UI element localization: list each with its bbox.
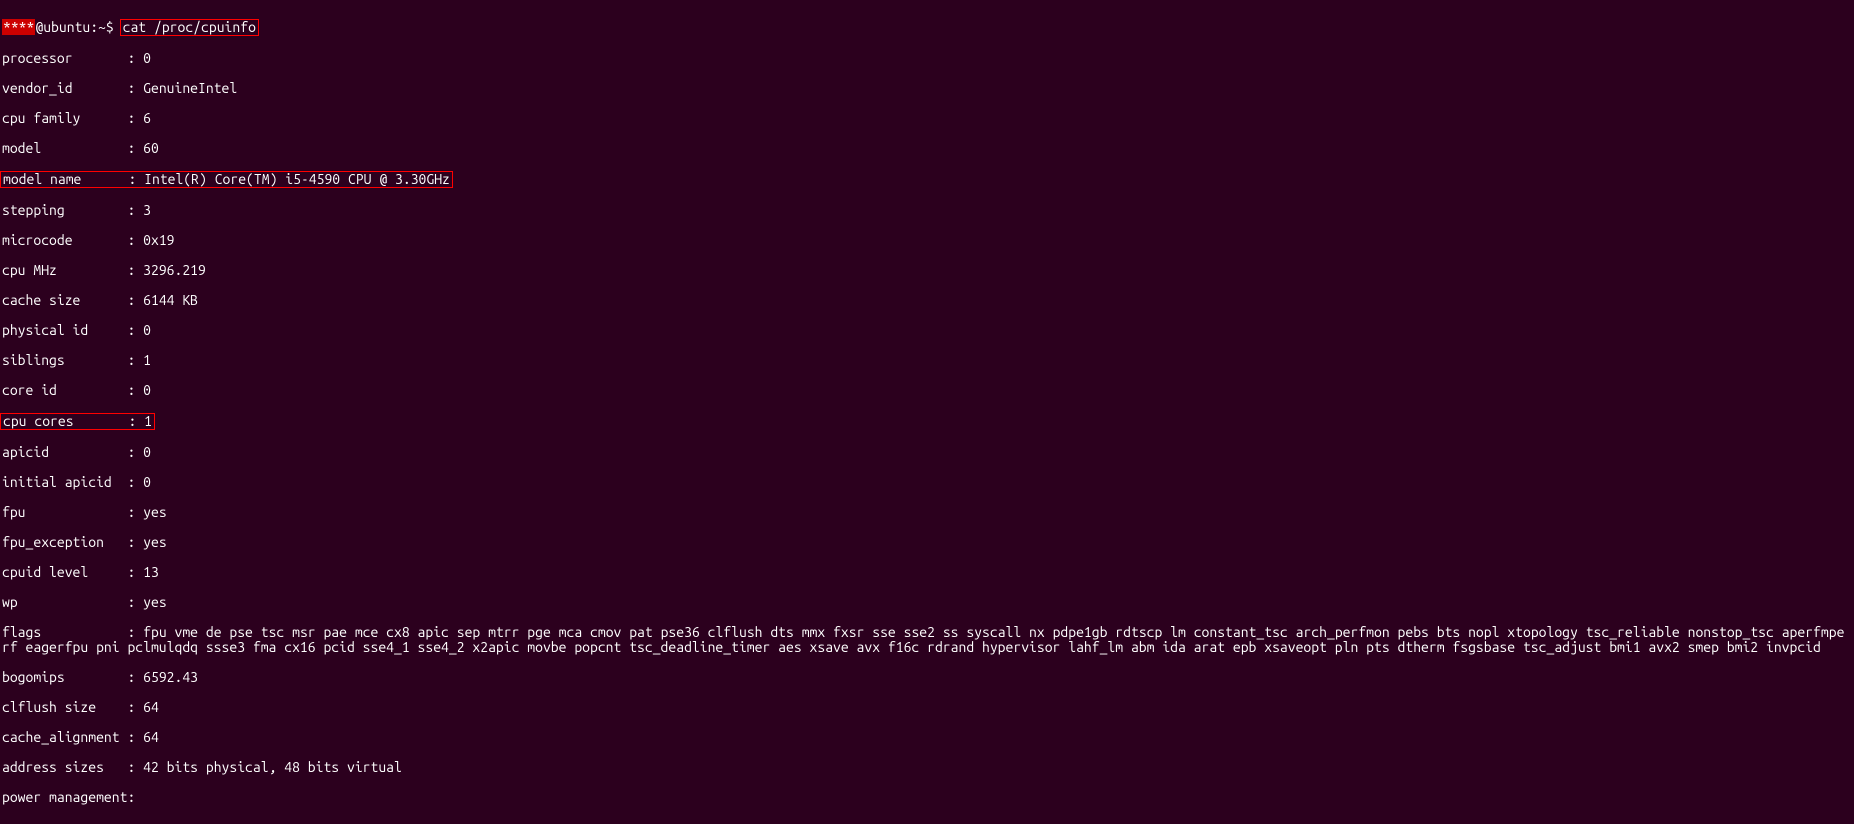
row-cpu-mhz: cpu MHz : 3296.219 [2, 263, 1852, 278]
row-apicid: apicid : 0 [2, 445, 1852, 460]
row-microcode: microcode : 0x19 [2, 233, 1852, 248]
colon: : [127, 292, 143, 308]
row-vendor-id: vendor_id : GenuineIntel [2, 81, 1852, 96]
row-clflush-size: clflush size : 64 [2, 700, 1852, 715]
row-address-sizes: address sizes : 42 bits physical, 48 bit… [2, 760, 1852, 775]
colon: : [127, 699, 143, 715]
colon: : [127, 110, 143, 126]
colon: : [127, 382, 143, 398]
colon: : [128, 171, 144, 187]
colon: : [127, 594, 143, 610]
row-stepping: stepping : 3 [2, 203, 1852, 218]
row-fpu: fpu : yes [2, 505, 1852, 520]
colon: : [127, 624, 143, 640]
highlight-command: cat /proc/cpuinfo [120, 19, 259, 36]
colon: : [127, 669, 143, 685]
colon: : [127, 140, 143, 156]
row-fpu-exception: fpu_exception : yes [2, 535, 1852, 550]
prompt-line: ****@ubuntu:~$ cat /proc/cpuinfo [2, 19, 1852, 36]
colon: : [127, 80, 143, 96]
row-physical-id: physical id : 0 [2, 323, 1852, 338]
row-cache-alignment: cache_alignment : 64 [2, 730, 1852, 745]
terminal-output[interactable]: ****@ubuntu:~$ cat /proc/cpuinfo process… [0, 0, 1854, 824]
highlight-cpu-cores: cpu cores : 1 [0, 413, 155, 430]
colon: : [127, 232, 143, 248]
colon: : [127, 202, 143, 218]
colon: : [127, 322, 143, 338]
row-model: model : 60 [2, 141, 1852, 156]
row-core-id: core id : 0 [2, 383, 1852, 398]
row-flags: flags : fpu vme de pse tsc msr pae mce c… [2, 625, 1852, 655]
colon: : [127, 474, 143, 490]
row-wp: wp : yes [2, 595, 1852, 610]
colon: : [127, 504, 143, 520]
colon: : [128, 413, 144, 429]
colon: : [127, 534, 143, 550]
row-cpu-cores: cpu cores : 1 [2, 413, 1852, 430]
colon: : [127, 444, 143, 460]
row-siblings: siblings : 1 [2, 353, 1852, 368]
row-cpuid-level: cpuid level : 13 [2, 565, 1852, 580]
row-power-management: power management: [2, 790, 1852, 805]
colon: : [127, 759, 143, 775]
row-cpu-family: cpu family : 6 [2, 111, 1852, 126]
highlight-model-name: model name : Intel(R) Core(TM) i5-4590 C… [0, 171, 453, 188]
prompt-host: @ubuntu:~$ [35, 19, 121, 35]
row-model-name: model name : Intel(R) Core(TM) i5-4590 C… [2, 171, 1852, 188]
row-bogomips: bogomips : 6592.43 [2, 670, 1852, 685]
command-text: cat /proc/cpuinfo [123, 19, 256, 35]
colon: : [127, 564, 143, 580]
row-initial-apicid: initial apicid : 0 [2, 475, 1852, 490]
prompt-user-masked: **** [2, 19, 35, 35]
colon: : [127, 262, 143, 278]
row-processor: processor : 0 [2, 51, 1852, 66]
colon: : [127, 50, 143, 66]
row-cache-size: cache size : 6144 KB [2, 293, 1852, 308]
colon: : [127, 729, 143, 745]
colon: : [127, 352, 143, 368]
